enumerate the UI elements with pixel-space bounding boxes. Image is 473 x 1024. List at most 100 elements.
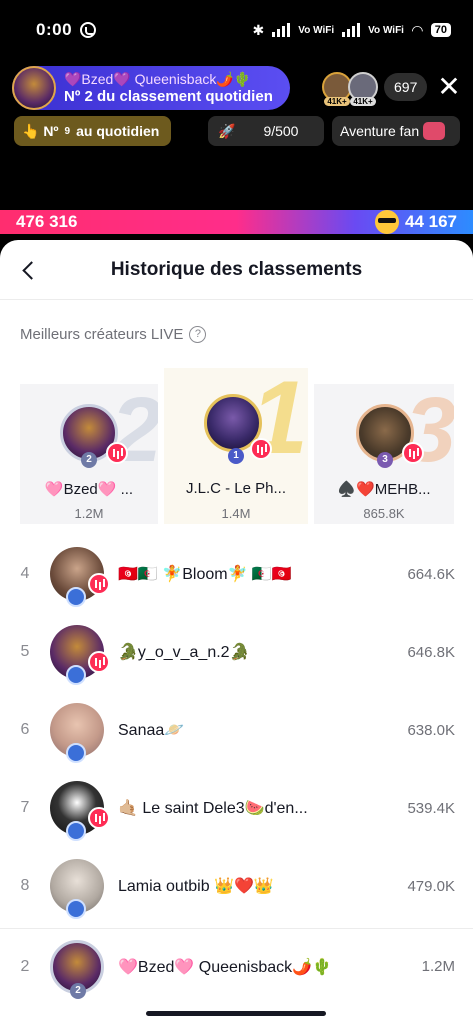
creator-score: 646.8K <box>407 643 455 661</box>
list-item[interactable]: 5 🐊y_o_v_a_n.2🐊 646.8K <box>0 618 473 686</box>
rank-badge: 2 <box>81 452 97 468</box>
score-right: 44 167 <box>405 212 457 231</box>
vowifi-label-2: Vo WiFi <box>368 24 404 36</box>
live-icon <box>88 573 110 595</box>
viewers-group[interactable]: 41K+ 41K+ 697 <box>322 72 428 106</box>
viewer-badge-2: 41K+ <box>350 97 376 106</box>
creator-score: 1.2M <box>421 958 455 975</box>
creator-score: 479.0K <box>407 877 455 895</box>
creator-name: Sanaa🪐 <box>118 722 185 739</box>
creator-name: 🩷Bzed🩷 Queenisback🌶️🌵 <box>118 958 332 976</box>
status-icons: ✱ Vo WiFi Vo WiFi ◠ 70 <box>253 22 451 39</box>
podium-card-1[interactable]: 1 1 J.L.C - Le Ph... 1.4M <box>164 368 308 524</box>
fan-badge-icon <box>66 743 86 763</box>
list-item[interactable]: 8 Lamia outbib 👑❤️👑 479.0K <box>0 852 473 920</box>
fan-adventure-pill[interactable]: Aventure fan <box>332 116 460 146</box>
score-left: 476 316 <box>16 212 78 231</box>
fan-badge-icon <box>66 665 86 685</box>
battle-score-bar: 476 316 44 167 <box>0 210 473 234</box>
creator-name: 🇹🇳🇩🇿 🧚Bloom🧚 🇩🇿🇹🇳 <box>118 566 292 583</box>
host-name: 💜Bzed💜 Queenisback🌶️🌵 <box>64 71 252 87</box>
host-avatar[interactable] <box>12 66 56 110</box>
creator-score: 638.0K <box>407 721 455 739</box>
avatar-wrap[interactable] <box>50 625 110 685</box>
live-icon <box>402 442 424 464</box>
avatar-wrap[interactable] <box>50 859 104 919</box>
section-label: Meilleurs créateurs LIVE ? <box>20 326 207 343</box>
live-icon <box>88 651 110 673</box>
bluetooth-icon: ✱ <box>252 21 265 38</box>
rank-number: 2 <box>20 957 30 975</box>
fan-badge-icon <box>66 899 86 919</box>
rank-number: 8 <box>20 877 30 894</box>
list-item[interactable]: 4 🇹🇳🇩🇿 🧚Bloom🧚 🇩🇿🇹🇳 664.6K <box>0 540 473 608</box>
creator-name: 🤙🏼 Le saint Dele3🍉d'en... <box>118 800 308 817</box>
help-icon[interactable]: ? <box>189 326 207 343</box>
fan-badge-icon <box>66 587 86 607</box>
chevron-left-icon <box>21 260 41 280</box>
back-button[interactable] <box>12 254 44 286</box>
clock: 0:00 <box>36 20 73 39</box>
rank-number: 7 <box>20 799 30 816</box>
vowifi-label: Vo WiFi <box>298 24 335 36</box>
daily-pill-number: 9 <box>64 125 71 137</box>
podium-card-3[interactable]: 3 3 ♠️❤️MEHB... 865.8K <box>314 384 454 524</box>
whatsapp-icon <box>80 22 97 38</box>
gift-icon <box>423 122 446 140</box>
daily-pill-prefix: 👆 Nº <box>22 122 59 139</box>
adventure-label: Aventure fan <box>340 123 420 139</box>
home-indicator[interactable] <box>146 1011 326 1016</box>
podium-name: J.L.C - Le Ph... <box>185 480 287 497</box>
avatar-wrap[interactable] <box>50 703 104 763</box>
creator-name: Lamia outbib 👑❤️👑 <box>118 878 274 895</box>
podium-name: ♠️❤️MEHB... <box>337 481 431 498</box>
list-item[interactable]: 7 🤙🏼 Le saint Dele3🍉d'en... 539.4K <box>0 774 473 842</box>
rank-number: 6 <box>20 721 30 738</box>
podium-score: 865.8K <box>363 506 405 521</box>
close-icon[interactable]: ✕ <box>436 72 462 102</box>
rank-number: 4 <box>20 565 30 582</box>
daily-rank-pill[interactable]: 👆 Nº 9 au quotidien <box>14 116 171 146</box>
score-right-group: 44 167 <box>375 210 457 234</box>
live-icon <box>250 438 272 460</box>
battery-indicator: 70 <box>430 23 451 37</box>
rank-badge: 1 <box>228 448 244 464</box>
avatar-wrap[interactable] <box>50 547 110 607</box>
podium-score: 1.2M <box>74 506 104 521</box>
avatar[interactable]: 2 <box>50 939 104 999</box>
creator-name: 🐊y_o_v_a_n.2🐊 <box>118 644 250 661</box>
list-item[interactable]: 6 Sanaa🪐 638.0K <box>0 696 473 764</box>
podium-card-2[interactable]: 2 2 🩷Bzed🩷 ... 1.2M <box>20 384 158 524</box>
status-bar: 0:00 ✱ Vo WiFi Vo WiFi ◠ 70 <box>0 0 473 60</box>
podium-name: 🩷Bzed🩷 ... <box>44 481 134 498</box>
rank-badge: 3 <box>377 452 393 468</box>
wifi-icon: ◠ <box>411 21 423 38</box>
sheet-title: Historique des classements <box>110 258 363 280</box>
live-icon <box>88 807 110 829</box>
signal-icon <box>272 23 291 37</box>
creator-score: 539.4K <box>407 799 455 817</box>
rocket-icon: 🚀 <box>218 122 236 139</box>
host-info-pill[interactable]: 💜Bzed💜 Queenisback🌶️🌵 Nº 2 du classement… <box>12 66 290 110</box>
avatar-wrap[interactable] <box>50 781 110 841</box>
podium-score: 1.4M <box>221 506 251 521</box>
rank-badge: 2 <box>70 982 86 999</box>
live-icon <box>106 442 128 464</box>
sunglasses-emoji-icon <box>375 210 399 234</box>
fan-badge-icon <box>66 821 86 841</box>
rank-number: 5 <box>20 643 30 660</box>
sheet-header: Historique des classements <box>0 240 473 300</box>
rocket-progress: 9/500 <box>263 123 299 139</box>
host-daily-rank: Nº 2 du classement quotidien <box>64 88 273 105</box>
viewer-badge-1: 41K+ <box>324 97 350 106</box>
host-text: 💜Bzed💜 Queenisback🌶️🌵 Nº 2 du classement… <box>64 70 273 106</box>
current-creator-row[interactable]: 2 2 🩷Bzed🩷 Queenisback🌶️🌵 1.2M <box>0 928 473 1004</box>
signal-icon-2 <box>342 23 361 37</box>
ranking-history-sheet: Historique des classements Meilleurs cré… <box>0 240 473 1024</box>
daily-pill-suffix: au quotidien <box>76 123 160 139</box>
top-viewer-avatar-2[interactable]: 41K+ <box>348 72 378 106</box>
section-label-text: Meilleurs créateurs LIVE <box>20 326 184 343</box>
viewer-count[interactable]: 697 <box>384 73 428 101</box>
rocket-goal-pill[interactable]: 🚀 9/500 <box>208 116 324 146</box>
creator-score: 664.6K <box>407 565 455 583</box>
